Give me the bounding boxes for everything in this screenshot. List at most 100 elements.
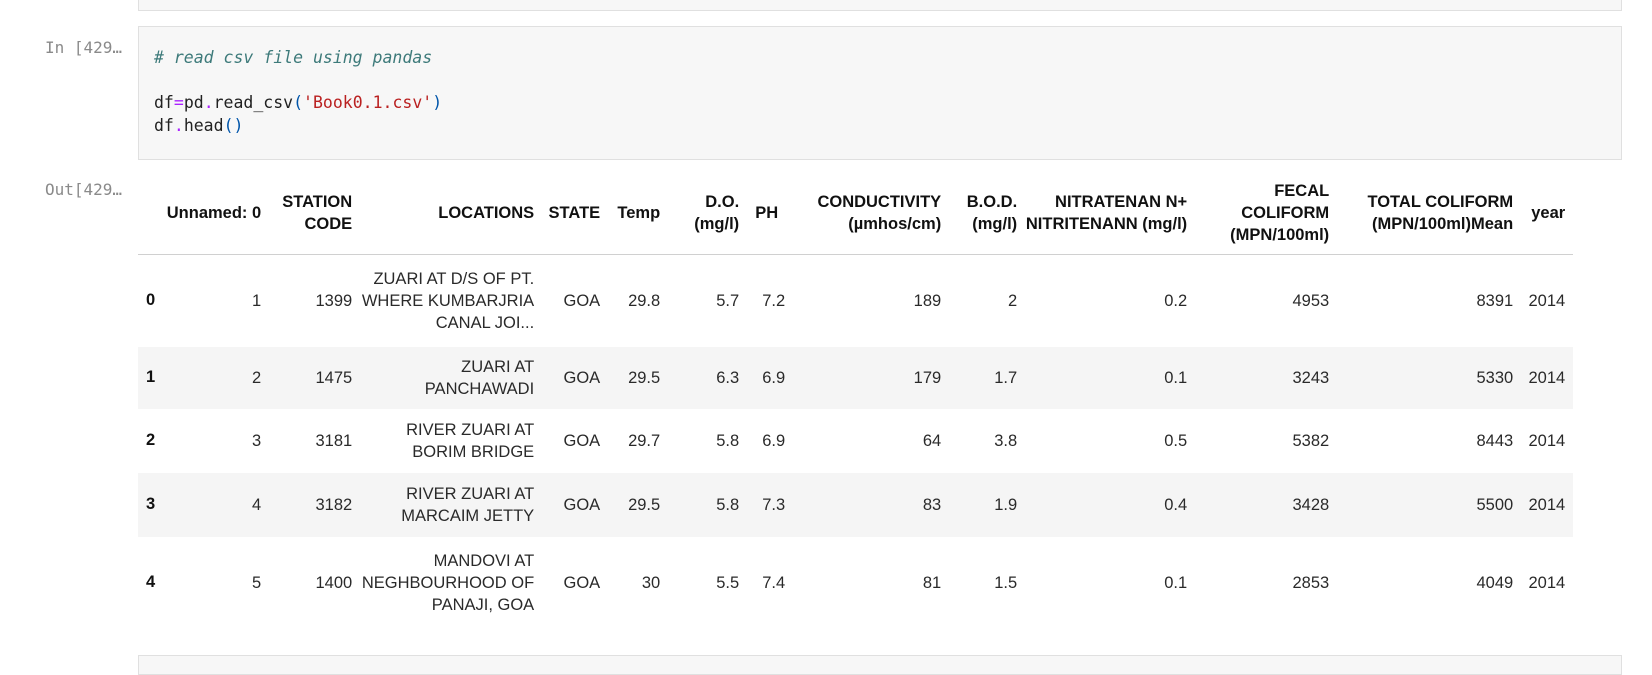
table-row: 4 5 1400 MANDOVI AT NEGHBOURHOOD OF PANA… [138, 537, 1573, 629]
table-cell: 3182 [315, 495, 353, 514]
code-token: head [183, 115, 224, 135]
table-row: 1 2 1475 ZUARI AT PANCHAWADI GOA 29.5 6.… [138, 346, 1574, 409]
column-header: D.O. (mg/l) [671, 172, 752, 255]
table-row: 0 1 1399 ZUARI AT D/S OF PT. WHERE KUMBA… [138, 255, 1573, 347]
table-cell: 1399 [315, 291, 353, 310]
code-token: ( [293, 93, 304, 112]
table-cell: 4049 [1476, 573, 1514, 592]
table-cell: ZUARI AT D/S OF PT. WHERE KUMBARJRIA CAN… [361, 269, 535, 332]
column-header: CONDUCTIVITY (µmhos/cm) [795, 172, 952, 255]
table-cell: 1400 [315, 573, 353, 592]
table-cell: 2 [1008, 291, 1018, 310]
table-cell: ZUARI AT PANCHAWADI [424, 357, 535, 398]
code-input-area[interactable]: # read csv file using pandas df=pd.read_… [138, 26, 1622, 160]
table-cell: 1.5 [994, 573, 1018, 592]
table-cell: 5.8 [716, 495, 740, 514]
table-cell: 2014 [1528, 431, 1566, 450]
table-cell: 2014 [1528, 291, 1566, 310]
code-token: ) [432, 93, 443, 112]
column-header: TOTAL COLIFORM (MPN/100ml)Mean [1339, 172, 1524, 255]
table-cell: 4 [252, 495, 262, 514]
code-token: read_csv [213, 93, 294, 112]
code-string: 'Book0.1.csv' [303, 93, 433, 112]
table-cell: 0.4 [1164, 495, 1188, 514]
code-token: pd [183, 93, 204, 112]
table-cell: 29.5 [628, 368, 661, 387]
table-cell: 2014 [1528, 573, 1566, 592]
table-cell: 1.9 [994, 495, 1018, 514]
column-header: STATE [544, 172, 611, 255]
table-cell: 179 [913, 368, 942, 387]
table-cell: 5.5 [716, 573, 740, 592]
index-header [138, 172, 156, 255]
table-cell: 5330 [1476, 368, 1514, 387]
table-cell: 7.4 [762, 573, 786, 592]
previous-cell-edge[interactable] [138, 0, 1622, 11]
dataframe-table: Unnamed: 0 STATION CODE LOCATIONS STATE … [138, 172, 1574, 629]
table-cell: 7.3 [762, 495, 786, 514]
table-cell: GOA [563, 573, 601, 592]
table-cell: 29.8 [628, 291, 661, 310]
table-cell: 3 [252, 431, 262, 450]
table-cell: 189 [913, 291, 942, 310]
column-header: LOCATIONS [358, 172, 545, 255]
input-prompt: In [429… [44, 38, 122, 57]
code-token: . [203, 93, 214, 112]
table-cell: 6.9 [762, 368, 786, 387]
table-cell: 0.1 [1164, 573, 1188, 592]
next-cell-edge[interactable] [138, 655, 1622, 675]
column-header: B.O.D. (mg/l) [951, 172, 1026, 255]
table-cell: 2853 [1292, 573, 1330, 592]
table-cell: 30 [641, 573, 661, 592]
table-cell: 6.9 [762, 431, 786, 450]
table-cell: 5500 [1476, 495, 1514, 514]
table-cell: 0.2 [1164, 291, 1188, 310]
table-cell: 5 [252, 573, 262, 592]
column-header: NITRATENAN N+ NITRITENANN (mg/l) [1025, 172, 1198, 255]
code-token: . [173, 115, 184, 135]
column-header: STATION CODE [270, 172, 359, 255]
column-header: year [1523, 172, 1574, 255]
table-cell: 8443 [1476, 431, 1514, 450]
table-cell: 2014 [1528, 368, 1566, 387]
table-cell: 3.8 [994, 431, 1018, 450]
table-cell: 2 [252, 368, 262, 387]
table-cell: GOA [563, 431, 601, 450]
column-header: PH [751, 172, 796, 255]
table-cell: 4953 [1292, 291, 1330, 310]
table-cell: 1 [252, 291, 262, 310]
code-token: df [154, 115, 174, 135]
code-token: df [154, 93, 174, 112]
table-cell: GOA [563, 368, 601, 387]
table-cell: GOA [563, 495, 601, 514]
table-cell: 1.7 [994, 368, 1018, 387]
table-cell: 3181 [315, 431, 353, 450]
table-cell: 5.7 [716, 291, 740, 310]
table-cell: 29.5 [628, 495, 661, 514]
row-index: 0 [146, 291, 156, 310]
row-index: 1 [146, 368, 156, 386]
table-cell: 3243 [1292, 368, 1330, 387]
table-cell: 81 [922, 573, 942, 592]
table-cell: RIVER ZUARI AT BORIM BRIDGE [406, 420, 535, 461]
table-cell: 5382 [1292, 431, 1330, 450]
table-cell: 83 [922, 495, 942, 514]
code-comment-line: # read csv file using pandas [154, 47, 1621, 70]
code-token: () [223, 115, 244, 135]
column-header: Temp [610, 172, 672, 255]
table-cell: MANDOVI AT NEGHBOURHOOD OF PANAJI, GOA [361, 551, 535, 614]
dataframe-output: Unnamed: 0 STATION CODE LOCATIONS STATE … [138, 172, 1574, 629]
code-comment: # read csv file using pandas [154, 48, 433, 67]
table-row: 3 4 3182 RIVER ZUARI AT MARCAIM JETTY GO… [138, 472, 1574, 537]
row-index: 2 [146, 431, 156, 449]
table-cell: 5.8 [716, 431, 740, 450]
row-index: 3 [146, 495, 156, 513]
column-header: Unnamed: 0 [155, 172, 271, 255]
code-head-line: df.head() [154, 115, 1621, 138]
code-read-csv-line: df=pd.read_csv('Book0.1.csv') [154, 92, 1621, 115]
row-index: 4 [146, 573, 156, 591]
code-token: = [173, 93, 184, 112]
table-cell: 7.2 [762, 291, 786, 310]
table-cell: 0.5 [1164, 431, 1188, 450]
